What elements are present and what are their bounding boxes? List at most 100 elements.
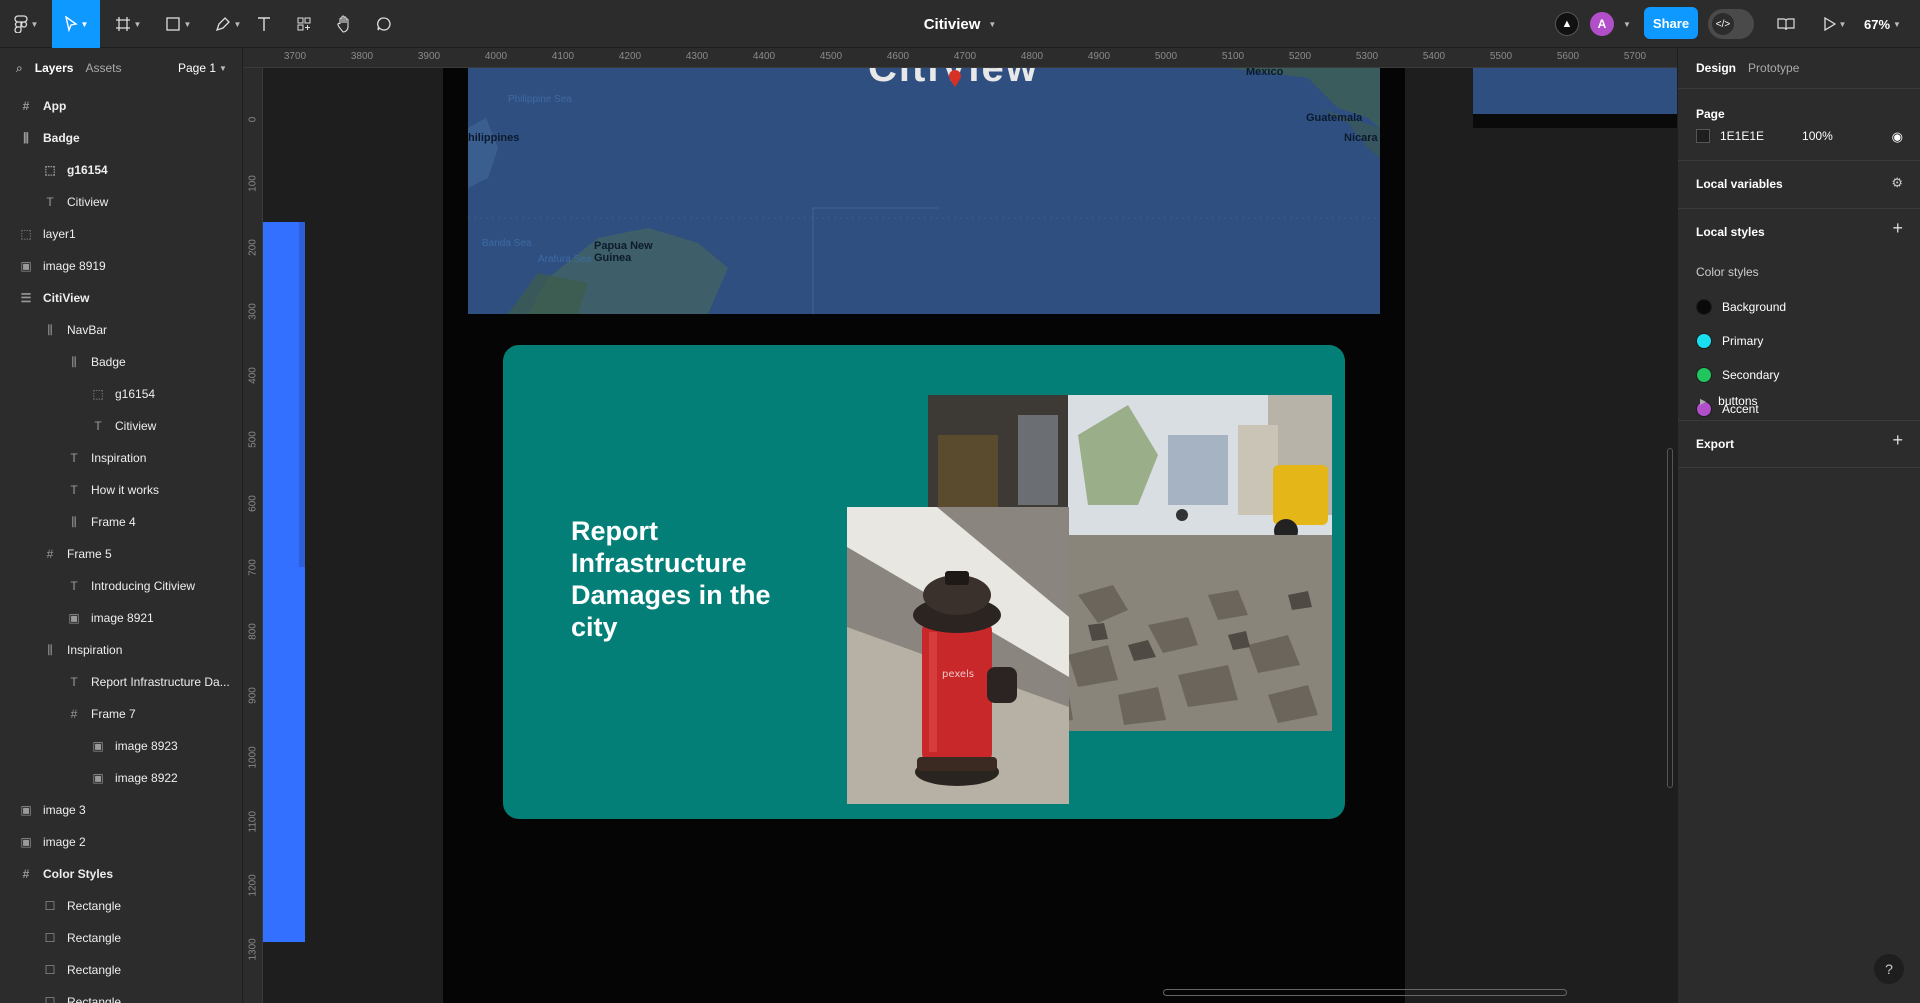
chevron-down-icon: ▼: [133, 19, 142, 29]
buttons-style-group[interactable]: ▶ buttons: [1696, 391, 1758, 411]
add-icon[interactable]: +: [1892, 430, 1903, 451]
map-pin-icon: [949, 70, 961, 87]
help-button[interactable]: ?: [1874, 954, 1904, 984]
page-selector-label: Page 1: [178, 61, 217, 75]
tab-prototype[interactable]: Prototype: [1748, 61, 1799, 75]
layer-row[interactable]: ⫼ NavBar: [0, 314, 242, 346]
hand-tool-button[interactable]: [334, 0, 354, 48]
present-button[interactable]: ▼: [1820, 0, 1850, 48]
map-label: Banda Sea: [482, 238, 532, 249]
eye-icon[interactable]: ◉: [1892, 129, 1903, 145]
map-image[interactable]: CitiView Philippine Sea hilippines Papua…: [468, 68, 1380, 314]
color-style-name: Secondary: [1722, 368, 1780, 382]
image-icon: ▣: [92, 739, 104, 753]
main-menu-button[interactable]: ▼: [8, 0, 44, 48]
layer-row[interactable]: # Frame 5: [0, 538, 242, 570]
avatar[interactable]: ▲: [1555, 12, 1579, 36]
resources-button[interactable]: [294, 0, 314, 48]
layer-label: image 8919: [43, 259, 106, 273]
rectangle-icon: [165, 16, 181, 32]
vertical-scrollbar[interactable]: [1667, 448, 1673, 788]
layer-label: layer1: [43, 227, 76, 241]
buttons-group-label: buttons: [1718, 394, 1758, 408]
layer-row[interactable]: ⬚ g16154: [0, 154, 242, 186]
layer-row[interactable]: ▣ image 8921: [0, 602, 242, 634]
move-tool-button[interactable]: ▼: [52, 0, 100, 48]
comment-tool-button[interactable]: [374, 0, 394, 48]
layer-row[interactable]: ▣ image 3: [0, 794, 242, 826]
map-label: Philippine Sea: [508, 94, 572, 105]
local-variables-label[interactable]: Local variables: [1696, 177, 1783, 191]
pen-tool-button[interactable]: ▼: [208, 0, 248, 48]
chevron-down-icon: ▼: [80, 19, 89, 29]
file-title-bar: Citiview ▼: [0, 0, 1920, 48]
library-button[interactable]: [1776, 0, 1796, 48]
layer-label: image 8923: [115, 739, 178, 753]
layer-row[interactable]: # Frame 7: [0, 698, 242, 730]
add-icon[interactable]: +: [1892, 218, 1903, 239]
color-style-primary[interactable]: Primary: [1696, 331, 1763, 351]
dev-mode-toggle[interactable]: </>: [1708, 9, 1754, 39]
share-button[interactable]: Share: [1644, 7, 1698, 39]
map-thumbnail[interactable]: [1473, 68, 1677, 128]
zoom-control[interactable]: 67% ▼: [1864, 0, 1901, 48]
ruler-tick-label: 4200: [618, 51, 642, 62]
export-section: Export +: [1678, 420, 1920, 468]
color-style-background[interactable]: Background: [1696, 297, 1786, 317]
page-opacity-value[interactable]: 100%: [1802, 129, 1833, 143]
tab-assets[interactable]: Assets: [85, 61, 121, 75]
ruler-tick-label: 800: [247, 623, 259, 640]
color-style-secondary[interactable]: Secondary: [1696, 365, 1779, 385]
layer-row[interactable]: ⫼ Inspiration: [0, 634, 242, 666]
layer-row[interactable]: ⫼ Badge: [0, 346, 242, 378]
layer-label: Frame 5: [67, 547, 112, 561]
layer-row[interactable]: T Introducing Citiview: [0, 570, 242, 602]
file-title[interactable]: Citiview: [924, 16, 981, 33]
frame-tool-button[interactable]: ▼: [108, 0, 148, 48]
card-heading[interactable]: Report Infrastructure Damages in the cit…: [571, 515, 781, 643]
layer-row[interactable]: ☐ Rectangle: [0, 890, 242, 922]
layer-row[interactable]: T How it works: [0, 474, 242, 506]
selected-element-edge: [299, 222, 305, 567]
search-icon[interactable]: ⌕: [16, 61, 23, 76]
layer-row[interactable]: ⬚ layer1: [0, 218, 242, 250]
layer-row[interactable]: ⫼ Badge: [0, 122, 242, 154]
layer-row[interactable]: T Inspiration: [0, 442, 242, 474]
horizontal-scrollbar[interactable]: [1163, 989, 1567, 996]
layer-row[interactable]: ▣ image 2: [0, 826, 242, 858]
layer-row[interactable]: # App: [0, 90, 242, 122]
layer-row[interactable]: # Color Styles: [0, 858, 242, 890]
chevron-down-icon[interactable]: ▼: [988, 20, 996, 29]
page-color-field[interactable]: 1E1E1E 100%: [1696, 129, 1833, 143]
layer-row[interactable]: ▣ image 8923: [0, 730, 242, 762]
layers-panel-header: ⌕ Layers Assets Page 1 ▼: [0, 48, 242, 88]
shape-tool-button[interactable]: ▼: [158, 0, 198, 48]
page-heading: Page: [1696, 107, 1725, 121]
inspiration-card[interactable]: Report Infrastructure Damages in the cit…: [503, 345, 1345, 819]
layer-row[interactable]: ☐ Rectangle: [0, 986, 242, 1003]
tab-layers[interactable]: Layers: [35, 61, 74, 75]
auto-layout-icon: ⫼: [47, 322, 53, 337]
layer-row[interactable]: ☰ CitiView: [0, 282, 242, 314]
layer-row[interactable]: ☐ Rectangle: [0, 922, 242, 954]
color-swatch[interactable]: [1696, 129, 1710, 143]
canvas[interactable]: CitiView Philippine Sea hilippines Papua…: [243, 48, 1677, 1003]
layer-row[interactable]: ⬚ g16154: [0, 378, 242, 410]
page-selector[interactable]: Page 1 ▼: [178, 48, 227, 88]
layer-row[interactable]: T Report Infrastructure Da...: [0, 666, 242, 698]
rectangle-icon: ☐: [44, 931, 56, 945]
tab-design[interactable]: Design: [1696, 61, 1736, 75]
layer-row[interactable]: T Citiview: [0, 186, 242, 218]
layer-row[interactable]: ▣ image 8919: [0, 250, 242, 282]
variables-icon[interactable]: ⚙: [1891, 175, 1903, 191]
avatar[interactable]: A: [1590, 12, 1614, 36]
layer-row[interactable]: ▣ image 8922: [0, 762, 242, 794]
page-color-value[interactable]: 1E1E1E: [1720, 129, 1764, 143]
hydrant-photo[interactable]: pexels: [847, 507, 1069, 804]
layer-row[interactable]: T Citiview: [0, 410, 242, 442]
text-tool-button[interactable]: [254, 0, 274, 48]
layer-row[interactable]: ☐ Rectangle: [0, 954, 242, 986]
layer-row[interactable]: ⫼ Frame 4: [0, 506, 242, 538]
ruler-tick-label: 900: [247, 687, 259, 704]
chevron-down-icon[interactable]: ▼: [1623, 20, 1631, 29]
